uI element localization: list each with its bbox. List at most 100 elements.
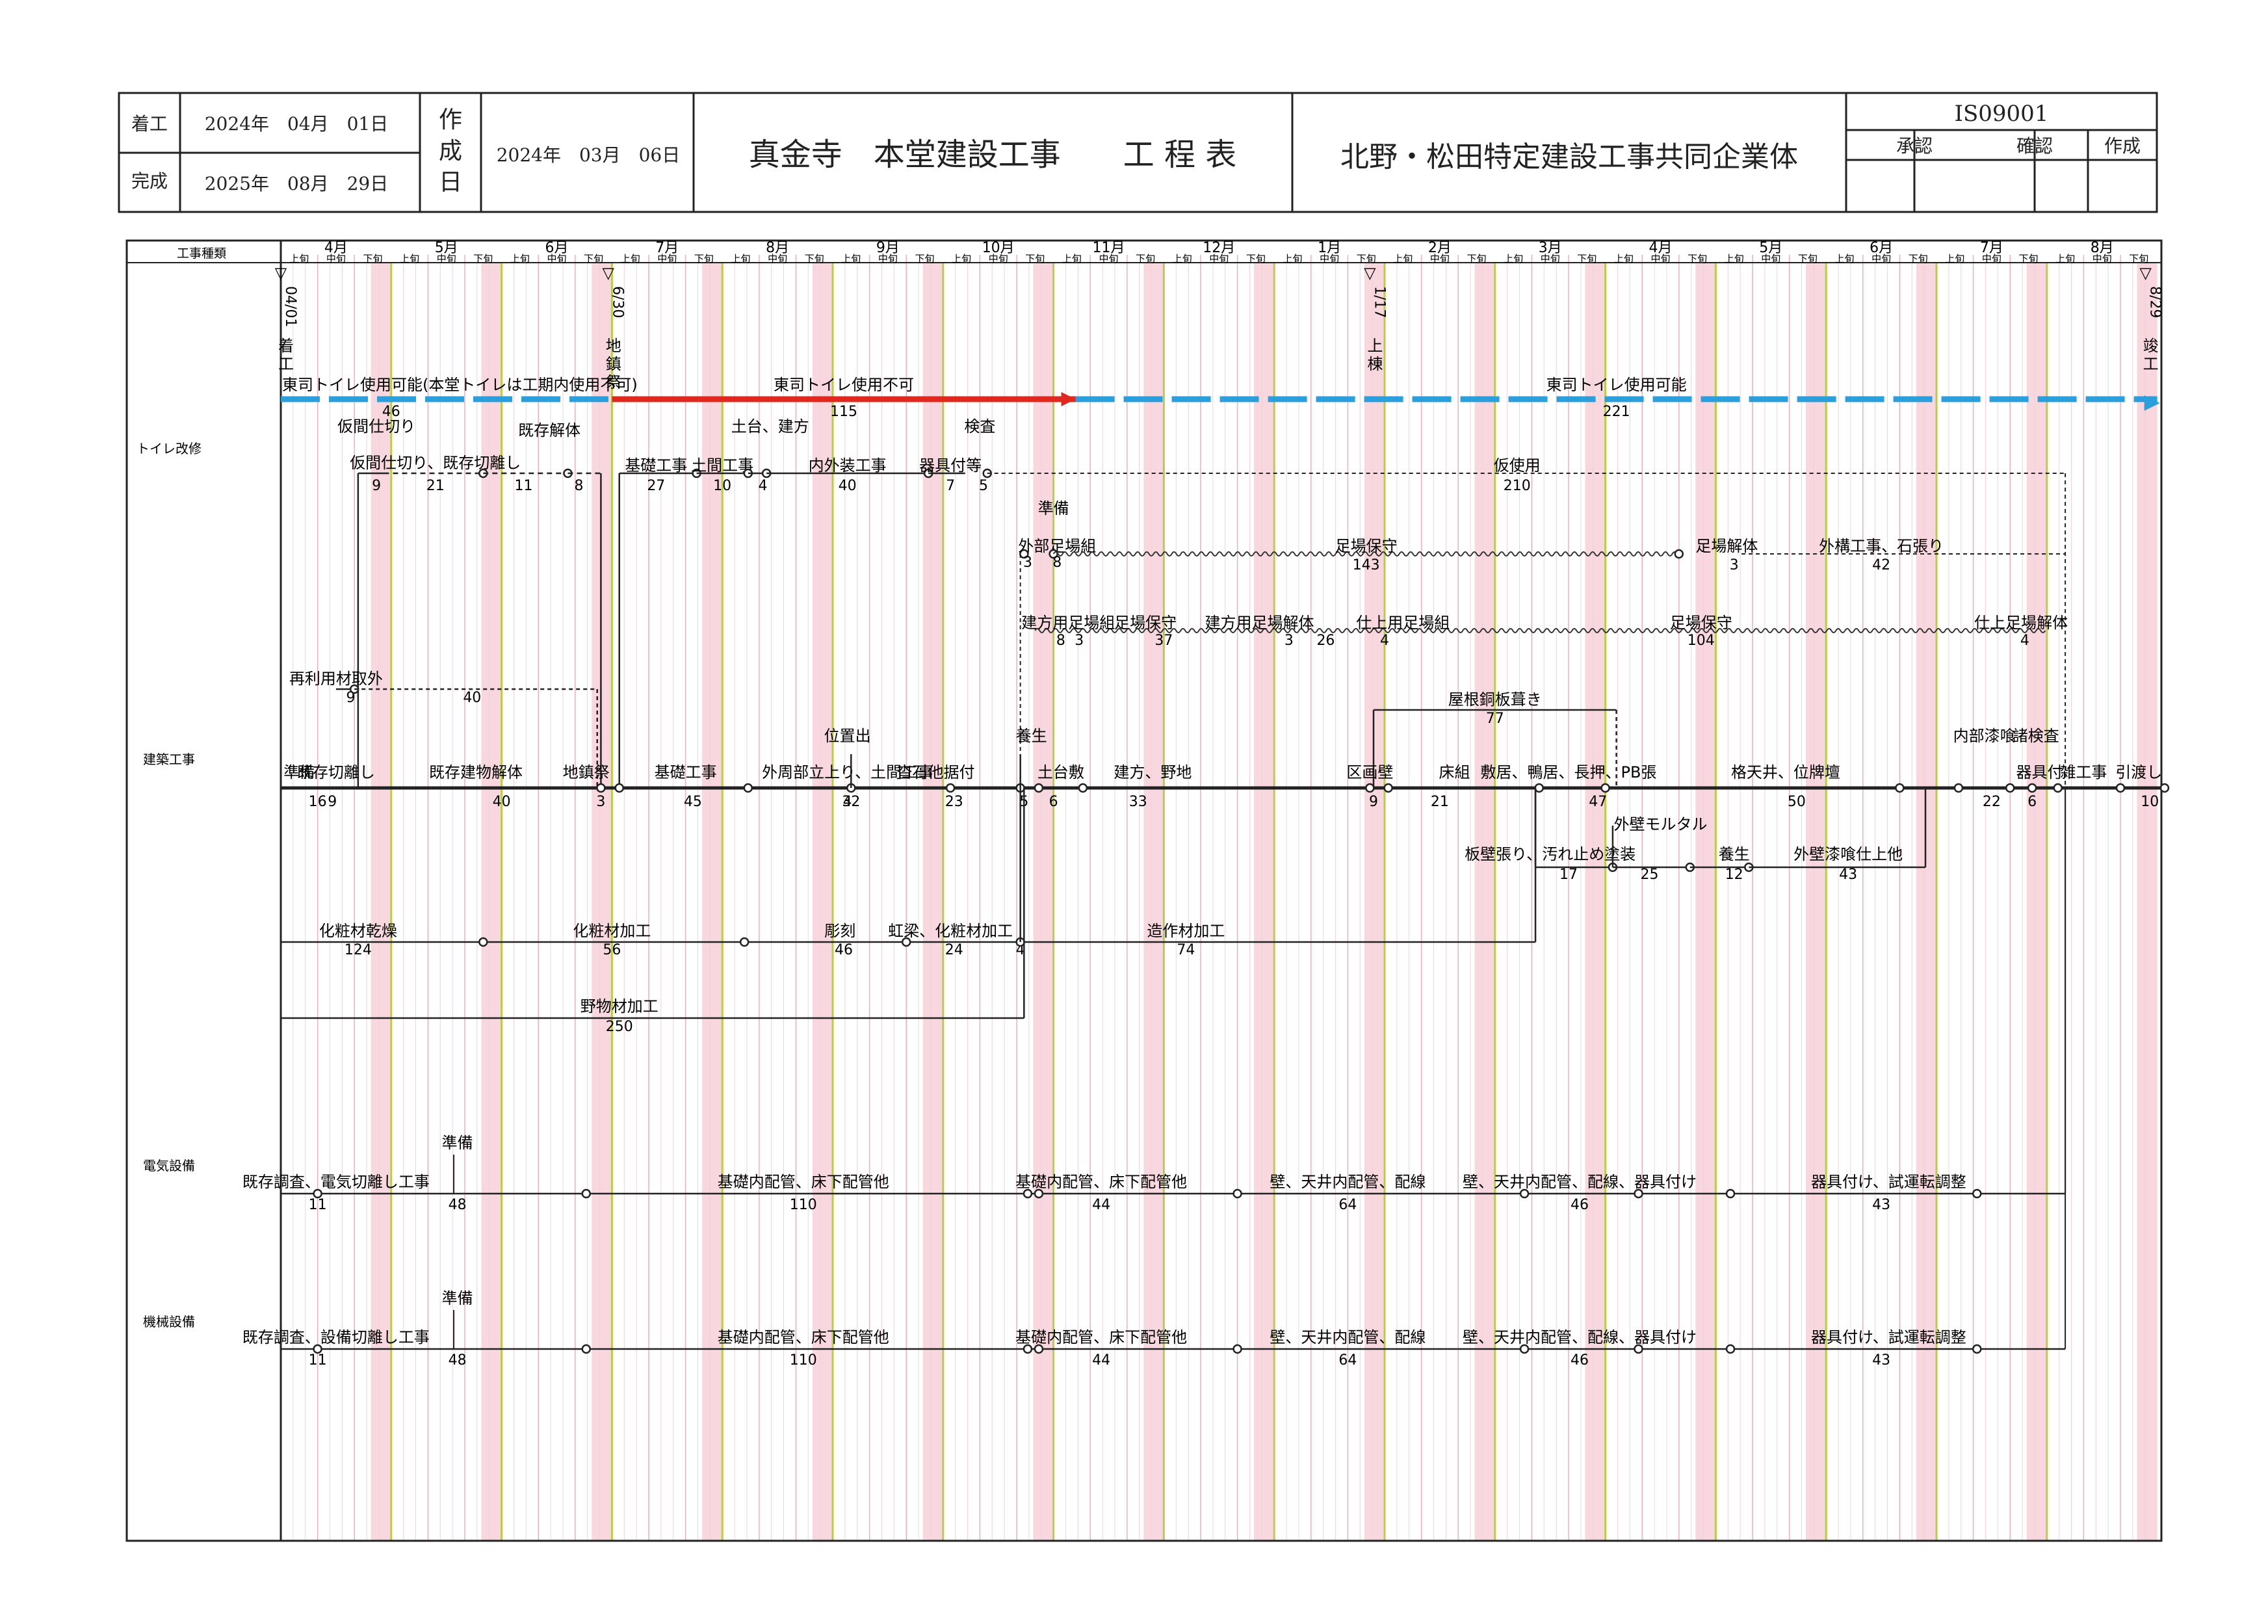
event-node bbox=[1674, 549, 1684, 559]
task-label: 器具付け、試運転調整 bbox=[1811, 1173, 1966, 1191]
decade-label: 上旬 bbox=[1614, 253, 1634, 265]
task-label: 46 bbox=[1571, 1352, 1589, 1369]
event-node bbox=[1634, 1344, 1643, 1354]
task-label: 内外装工事 bbox=[809, 456, 887, 475]
svg-text:工: 工 bbox=[2143, 355, 2159, 373]
task-label: 壁、天井内配管、配線 bbox=[1270, 1328, 1426, 1346]
svg-text:04/01: 04/01 bbox=[282, 286, 298, 327]
task-label: 既存調査、電気切離し工事 bbox=[242, 1173, 430, 1191]
task-label: 野物材加工 bbox=[580, 997, 658, 1015]
approval-approve: 承認 bbox=[1896, 135, 1933, 157]
decade-label: 中旬 bbox=[878, 253, 898, 265]
task-label: 17 bbox=[1559, 867, 1578, 883]
decade-label: 中旬 bbox=[1541, 253, 1560, 265]
task-label: 26 bbox=[1316, 633, 1335, 649]
start-label: 着工 bbox=[131, 113, 168, 135]
task-label: 104 bbox=[1688, 633, 1715, 649]
decade-label: 中旬 bbox=[657, 253, 677, 265]
task-label: 引渡し bbox=[2115, 763, 2162, 781]
decade-label: 下旬 bbox=[915, 253, 934, 265]
task-label: 仮間仕切り bbox=[337, 417, 415, 436]
decade-label: 下旬 bbox=[1025, 253, 1045, 265]
decade-label: 下旬 bbox=[1246, 253, 1266, 265]
event-node bbox=[1034, 1188, 1044, 1199]
task-label: 器具付 bbox=[2016, 763, 2063, 781]
task-label: 仕上足場解体 bbox=[1974, 614, 2068, 632]
decade-label: 下旬 bbox=[694, 253, 714, 265]
task-label: 6 bbox=[2027, 794, 2037, 810]
task-label: 雑工事 bbox=[2060, 763, 2107, 781]
section-label: トイレ改修 bbox=[137, 441, 202, 456]
decade-label: 中旬 bbox=[1761, 253, 1780, 265]
task-label: 9 bbox=[328, 794, 337, 810]
task-label: 仮間仕切り、既存切離し bbox=[350, 454, 521, 472]
task-label: 壁、天井内配管、配線、器具付け bbox=[1463, 1173, 1697, 1191]
task-label: 46 bbox=[1571, 1197, 1589, 1213]
event-node bbox=[2005, 783, 2015, 793]
task-label: 42 bbox=[1872, 557, 1890, 573]
decade-label: 下旬 bbox=[1798, 253, 1818, 265]
event-node bbox=[1972, 1344, 1982, 1354]
event-node bbox=[1034, 1344, 1044, 1354]
event-node bbox=[478, 937, 488, 947]
event-node bbox=[2027, 783, 2037, 793]
decade-label: 上旬 bbox=[1062, 253, 1082, 265]
task-label: 64 bbox=[1338, 1197, 1357, 1213]
task-label: 8 bbox=[1056, 633, 1065, 649]
event-node bbox=[313, 1188, 322, 1199]
task-label: 器具付等 bbox=[919, 456, 982, 475]
decade-label: 下旬 bbox=[1688, 253, 1707, 265]
task-label: 足場解体 bbox=[1695, 537, 1758, 555]
task-label: 24 bbox=[945, 942, 963, 958]
task-label: 9 bbox=[372, 478, 381, 494]
task-label: 12 bbox=[1725, 867, 1743, 883]
decade-label: 下旬 bbox=[1466, 253, 1486, 265]
svg-text:▽: ▽ bbox=[275, 264, 287, 282]
decade-label: 上旬 bbox=[1393, 253, 1413, 265]
created-label: 作成日 bbox=[439, 107, 462, 196]
svg-text:▽: ▽ bbox=[1364, 264, 1376, 282]
decade-label: 上旬 bbox=[621, 253, 640, 265]
schedule-sheet: 着工 2024年 04月 01日 完成 2025年 08月 29日 作成日 20… bbox=[118, 92, 2170, 1542]
event-node bbox=[1519, 1344, 1530, 1354]
task-label: 外構工事、石張り bbox=[1819, 537, 1944, 555]
start-date: 2024年 04月 01日 bbox=[205, 113, 389, 135]
event-node bbox=[1383, 783, 1393, 793]
event-node bbox=[1232, 1188, 1242, 1199]
decade-label: 中旬 bbox=[2092, 253, 2112, 265]
event-node bbox=[1365, 783, 1375, 793]
event-node bbox=[1972, 1188, 1982, 1199]
task-label: 外壁モルタル bbox=[1614, 815, 1708, 833]
task-label: 64 bbox=[1338, 1352, 1357, 1369]
task-label: 4 bbox=[2020, 633, 2029, 649]
decade-label: 下旬 bbox=[2129, 253, 2148, 265]
event-node bbox=[1725, 1344, 1736, 1354]
decade-label: 中旬 bbox=[1320, 253, 1339, 265]
task-label: 4 bbox=[843, 794, 852, 810]
decade-label: 中旬 bbox=[326, 253, 346, 265]
task-label: 3 bbox=[1730, 557, 1739, 573]
event-node bbox=[1534, 783, 1544, 793]
svg-text:地: 地 bbox=[606, 337, 621, 355]
task-label: 基礎工事 bbox=[625, 456, 687, 475]
event-node bbox=[1634, 1188, 1643, 1199]
section-label: 電気設備 bbox=[143, 1158, 195, 1173]
task-label: 土台敷 bbox=[1037, 763, 1084, 781]
task-label: 43 bbox=[1872, 1352, 1890, 1369]
iso-label: IS09001 bbox=[1955, 101, 2049, 127]
task-label: 46 bbox=[835, 942, 853, 958]
svg-text:▽: ▽ bbox=[2139, 264, 2152, 282]
task-label: 区画壁 bbox=[1346, 763, 1393, 781]
task-label: 4 bbox=[1380, 633, 1389, 649]
event-node bbox=[2159, 783, 2170, 793]
task-label: 124 bbox=[345, 942, 372, 958]
event-node bbox=[1953, 783, 1964, 793]
task-label: 8 bbox=[574, 478, 583, 494]
task-label: 養生 bbox=[1016, 727, 1047, 745]
task-label: 土台、建方 bbox=[731, 417, 809, 436]
task-label: 56 bbox=[603, 942, 621, 958]
event-node bbox=[1034, 783, 1044, 793]
decade-label: 下旬 bbox=[1909, 253, 1928, 265]
milestone: ▽ 04/01 着工 bbox=[275, 264, 298, 373]
task-label: 器具付け、試運転調整 bbox=[1811, 1328, 1966, 1346]
